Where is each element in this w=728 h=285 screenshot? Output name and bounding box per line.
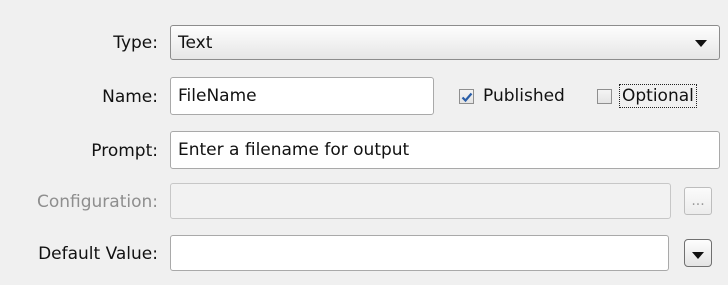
type-value: Text (178, 32, 213, 53)
prompt-label: Prompt: (91, 141, 158, 161)
default-value-input[interactable] (170, 235, 669, 271)
name-label: Name: (102, 87, 158, 107)
prompt-value: Enter a filename for output (178, 140, 410, 160)
published-label: Published (483, 86, 565, 106)
optional-checkbox-box[interactable] (597, 88, 612, 104)
default-value-label: Default Value: (38, 244, 158, 264)
configuration-input (170, 183, 671, 219)
optional-checkbox[interactable]: Optional (597, 84, 697, 108)
checkmark-icon (461, 92, 473, 102)
prompt-input[interactable]: Enter a filename for output (170, 131, 720, 169)
type-label: Type: (113, 33, 158, 53)
configuration-label: Configuration: (36, 192, 158, 212)
configuration-browse-button: ... (684, 187, 712, 215)
optional-label: Optional (619, 84, 697, 108)
published-checkbox[interactable]: Published (459, 86, 565, 106)
name-input[interactable]: FileName (170, 77, 434, 115)
chevron-down-icon (692, 252, 704, 259)
parameter-form: Type: Text Name: FileName Published Opti… (0, 0, 728, 285)
default-value-dropdown-button[interactable] (684, 239, 712, 267)
name-value: FileName (178, 86, 257, 106)
chevron-down-icon (695, 40, 707, 47)
published-checkbox-box[interactable] (459, 88, 474, 104)
ellipsis-icon: ... (691, 193, 705, 209)
type-select[interactable]: Text (170, 25, 720, 60)
